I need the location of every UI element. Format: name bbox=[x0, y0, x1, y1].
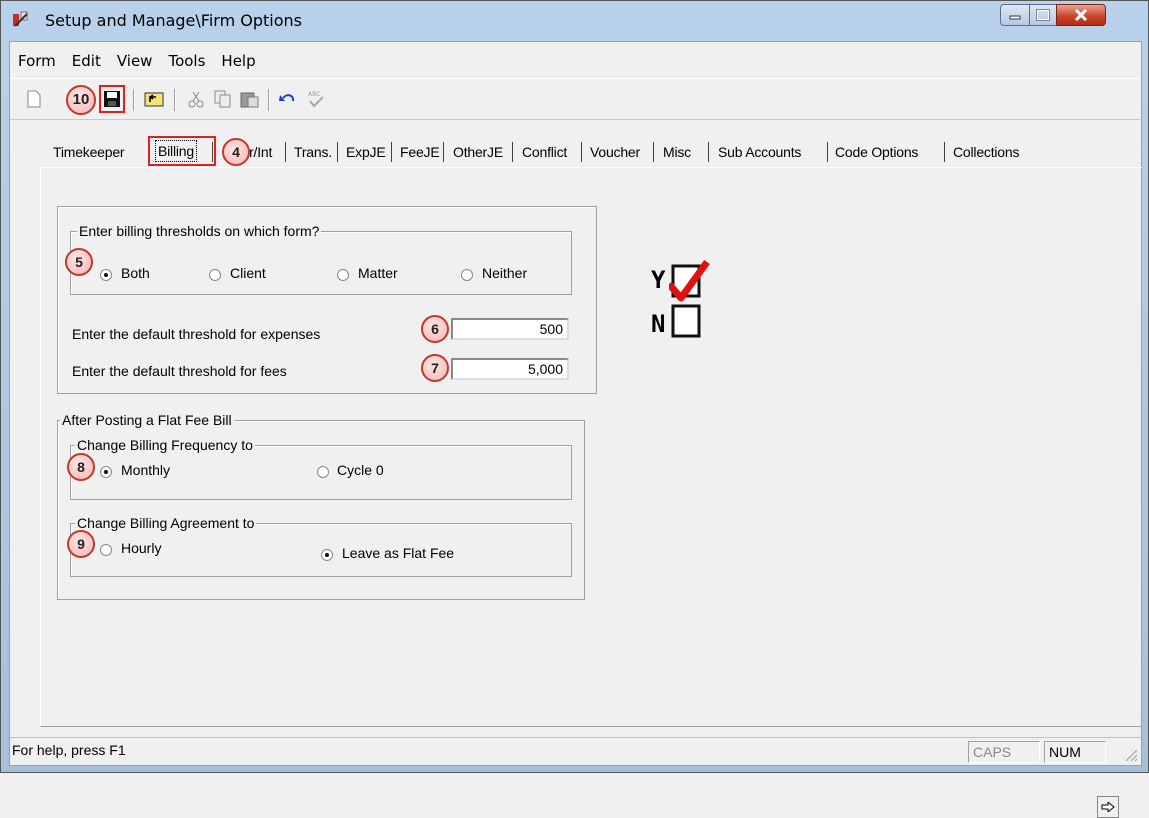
threshold-form-legend: Enter billing thresholds on which form? bbox=[77, 223, 322, 239]
tab-otherje[interactable]: OtherJE bbox=[453, 140, 503, 164]
radio-hourly-label: Hourly bbox=[121, 540, 162, 556]
radio-hourly[interactable] bbox=[100, 544, 112, 556]
save-icon[interactable] bbox=[102, 89, 122, 109]
fees-threshold-label: Enter the default threshold for fees bbox=[72, 363, 287, 379]
radio-monthly[interactable] bbox=[100, 466, 112, 478]
tab-sub-accounts[interactable]: Sub Accounts bbox=[718, 140, 801, 164]
status-bar: For help, press F1 CAPS NUM bbox=[10, 737, 1141, 766]
callout-9: 9 bbox=[67, 530, 95, 558]
radio-monthly-label: Monthly bbox=[121, 462, 171, 478]
callout-5: 5 bbox=[65, 248, 93, 276]
callout-7: 7 bbox=[421, 354, 449, 382]
checkmark-icon bbox=[669, 259, 710, 338]
thresholds-groupbox: Enter billing thresholds on which form? … bbox=[57, 206, 597, 394]
radio-matter[interactable] bbox=[337, 269, 349, 281]
title-bar[interactable]: Setup and Manage\Firm Options bbox=[1, 1, 1148, 41]
menu-form[interactable]: Form bbox=[10, 50, 64, 72]
client-area: Form Edit View Tools Help 10 ABC Timekee… bbox=[9, 41, 1142, 818]
frequency-groupbox: Change Billing Frequency to Monthly Cycl… bbox=[70, 437, 572, 500]
toolbar: 10 ABC bbox=[10, 78, 1140, 120]
minimize-button[interactable] bbox=[1000, 4, 1030, 26]
copy-icon[interactable] bbox=[213, 89, 233, 109]
callout-6: 6 bbox=[421, 315, 449, 343]
radio-cycle-0-label: Cycle 0 bbox=[337, 462, 384, 478]
tab-separator bbox=[512, 142, 513, 162]
callout-8: 8 bbox=[67, 453, 95, 481]
arrow-right-icon bbox=[1101, 802, 1115, 812]
tab-separator bbox=[827, 142, 828, 162]
tab-misc[interactable]: Misc bbox=[663, 140, 691, 164]
toolbar-separator bbox=[133, 89, 135, 111]
toolbar-separator bbox=[174, 89, 176, 111]
new-document-icon[interactable] bbox=[24, 89, 44, 109]
billing-tab-panel: Enter billing thresholds on which form? … bbox=[40, 167, 1142, 818]
undo-icon[interactable] bbox=[278, 89, 298, 109]
radio-neither-label: Neither bbox=[482, 265, 528, 281]
toolbar-separator bbox=[268, 89, 270, 111]
resize-grip-icon[interactable] bbox=[1122, 746, 1138, 762]
next-arrow-button[interactable] bbox=[1097, 796, 1119, 818]
tab-separator bbox=[337, 142, 338, 162]
flat-fee-legend: After Posting a Flat Fee Bill bbox=[60, 412, 234, 428]
yes-no-checkbox-graphic: Y N bbox=[651, 256, 751, 356]
status-num: NUM bbox=[1044, 741, 1106, 763]
agreement-groupbox: Change Billing Agreement to Hourly Leave… bbox=[70, 515, 572, 577]
status-caps: CAPS bbox=[968, 741, 1040, 763]
maximize-button[interactable] bbox=[1029, 4, 1057, 26]
radio-both[interactable] bbox=[100, 269, 112, 281]
status-help-text: For help, press F1 bbox=[12, 742, 126, 758]
open-folder-icon[interactable] bbox=[144, 89, 164, 109]
expenses-threshold-input[interactable]: 500 bbox=[451, 318, 569, 340]
tab-billing[interactable]: Billing bbox=[155, 140, 197, 162]
tab-collections[interactable]: Collections bbox=[953, 140, 1019, 164]
tab-separator bbox=[708, 142, 709, 162]
tab-timekeeper[interactable]: Timekeeper bbox=[53, 140, 125, 164]
radio-client-label: Client bbox=[230, 265, 266, 281]
menu-view[interactable]: View bbox=[109, 50, 161, 72]
tab-trans[interactable]: Trans. bbox=[294, 140, 332, 164]
threshold-form-groupbox: Enter billing thresholds on which form? … bbox=[70, 223, 572, 295]
tab-separator bbox=[944, 142, 945, 162]
paste-icon[interactable] bbox=[240, 89, 260, 109]
tab-separator bbox=[443, 142, 444, 162]
radio-matter-label: Matter bbox=[358, 265, 398, 281]
svg-text:ABC: ABC bbox=[308, 91, 320, 98]
tab-expje[interactable]: ExpJE bbox=[346, 140, 386, 164]
radio-cycle-0[interactable] bbox=[317, 466, 329, 478]
tab-feeje[interactable]: FeeJE bbox=[400, 140, 440, 164]
radio-leave-flat-fee[interactable] bbox=[321, 549, 333, 561]
cut-icon[interactable] bbox=[186, 89, 206, 109]
expenses-threshold-label: Enter the default threshold for expenses bbox=[72, 326, 321, 342]
tab-conflict[interactable]: Conflict bbox=[522, 140, 567, 164]
radio-both-label: Both bbox=[121, 265, 150, 281]
menu-bar: Form Edit View Tools Help bbox=[10, 50, 264, 72]
radio-client[interactable] bbox=[209, 269, 221, 281]
radio-neither[interactable] bbox=[461, 269, 473, 281]
tab-separator bbox=[212, 142, 213, 162]
callout-10: 10 bbox=[66, 85, 96, 115]
frequency-legend: Change Billing Frequency to bbox=[75, 437, 255, 453]
menu-tools[interactable]: Tools bbox=[160, 50, 213, 72]
yes-letter: Y bbox=[651, 266, 666, 294]
menu-edit[interactable]: Edit bbox=[64, 50, 109, 72]
tab-separator bbox=[285, 142, 286, 162]
tab-separator bbox=[653, 142, 654, 162]
agreement-legend: Change Billing Agreement to bbox=[75, 515, 257, 531]
no-letter: N bbox=[651, 310, 666, 338]
flat-fee-groupbox: After Posting a Flat Fee Bill Change Bil… bbox=[57, 412, 585, 600]
menu-help[interactable]: Help bbox=[213, 50, 263, 72]
tab-separator bbox=[391, 142, 392, 162]
callout-4: 4 bbox=[222, 138, 250, 166]
radio-leave-flat-fee-label: Leave as Flat Fee bbox=[342, 545, 455, 561]
tab-separator bbox=[581, 142, 582, 162]
spellcheck-icon[interactable]: ABC bbox=[306, 89, 326, 109]
app-icon bbox=[11, 10, 31, 30]
tab-code-options[interactable]: Code Options bbox=[835, 140, 918, 164]
tab-voucher[interactable]: Voucher bbox=[590, 140, 640, 164]
app-window: Setup and Manage\Firm Options Form Edit … bbox=[0, 0, 1149, 818]
window-title: Setup and Manage\Firm Options bbox=[45, 11, 302, 30]
fees-threshold-input[interactable]: 5,000 bbox=[451, 358, 569, 380]
close-button[interactable] bbox=[1056, 4, 1106, 26]
